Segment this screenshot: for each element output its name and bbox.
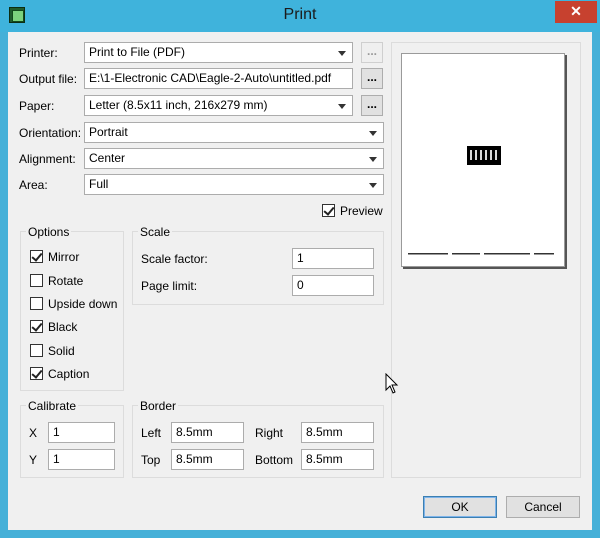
upside-down-label: Upside down xyxy=(48,297,118,311)
chevron-down-icon xyxy=(369,131,377,136)
caption-text-graphic xyxy=(408,253,554,255)
border-top-input[interactable]: 8.5mm xyxy=(171,449,244,470)
chevron-down-icon xyxy=(338,51,346,56)
border-right-label: Right xyxy=(255,426,284,440)
border-left-input[interactable]: 8.5mm xyxy=(171,422,244,443)
calibrate-title: Calibrate xyxy=(26,399,79,413)
caption-checkbox[interactable] xyxy=(30,367,43,380)
preview-label: Preview xyxy=(340,204,383,218)
alignment-select[interactable]: Center xyxy=(84,148,384,169)
upside-down-checkbox[interactable] xyxy=(30,297,43,310)
cancel-button[interactable]: Cancel xyxy=(506,496,580,518)
paper-select[interactable]: Letter (8.5x11 inch, 216x279 mm) xyxy=(84,95,353,116)
area-label: Area: xyxy=(19,178,48,192)
solid-checkbox[interactable] xyxy=(30,344,43,357)
black-checkbox[interactable] xyxy=(30,320,43,333)
chevron-down-icon xyxy=(369,157,377,162)
chevron-down-icon xyxy=(338,104,346,109)
alignment-label: Alignment: xyxy=(19,152,76,166)
output-file-input[interactable]: E:\1-Electronic CAD\Eagle-2-Auto\untitle… xyxy=(84,68,353,89)
orientation-select[interactable]: Portrait xyxy=(84,122,384,143)
options-title: Options xyxy=(26,225,72,239)
printer-select[interactable]: Print to File (PDF) xyxy=(84,42,353,63)
ok-button[interactable]: OK xyxy=(423,496,497,518)
output-file-label: Output file: xyxy=(19,72,78,86)
rotate-checkbox[interactable] xyxy=(30,274,43,287)
rotate-label: Rotate xyxy=(48,274,84,288)
black-label: Black xyxy=(48,320,78,334)
scale-factor-label: Scale factor: xyxy=(141,252,208,266)
border-bottom-label: Bottom xyxy=(255,453,294,467)
calibrate-y-label: Y xyxy=(29,453,38,467)
page-limit-input[interactable]: 0 xyxy=(292,275,374,296)
border-top-label: Top xyxy=(141,453,161,467)
preview-caption-line xyxy=(408,252,558,257)
preview-page xyxy=(401,53,565,267)
border-left-label: Left xyxy=(141,426,162,440)
area-select[interactable]: Full xyxy=(84,174,384,195)
alignment-value: Center xyxy=(89,151,126,165)
close-button[interactable]: ✕ xyxy=(555,1,597,23)
mouse-cursor-icon xyxy=(385,373,399,394)
solid-label: Solid xyxy=(48,344,75,358)
scale-factor-input[interactable]: 1 xyxy=(292,248,374,269)
output-file-browse-button[interactable]: ... xyxy=(361,68,383,89)
border-title: Border xyxy=(138,399,179,413)
mirror-label: Mirror xyxy=(48,250,80,264)
calibrate-y-input[interactable]: 1 xyxy=(48,449,115,470)
paper-browse-button[interactable]: ... xyxy=(361,95,383,116)
calibrate-x-label: X xyxy=(29,426,38,440)
calibrate-x-input[interactable]: 1 xyxy=(48,422,115,443)
board-thumbnail xyxy=(467,146,501,165)
paper-label: Paper: xyxy=(19,99,55,113)
orientation-label: Orientation: xyxy=(19,126,82,140)
orientation-value: Portrait xyxy=(89,125,128,139)
printer-browse-button[interactable]: ... xyxy=(361,42,383,63)
window-title: Print xyxy=(283,6,317,23)
dialog-body: Printer: Print to File (PDF) ... Output … xyxy=(8,32,592,530)
border-right-input[interactable]: 8.5mm xyxy=(301,422,374,443)
mirror-checkbox[interactable] xyxy=(30,250,43,263)
scale-title: Scale xyxy=(138,225,173,239)
printer-label: Printer: xyxy=(19,46,58,60)
chevron-down-icon xyxy=(369,183,377,188)
paper-value: Letter (8.5x11 inch, 216x279 mm) xyxy=(89,98,268,112)
page-limit-label: Page limit: xyxy=(141,279,198,293)
title-bar: Print ✕ xyxy=(0,0,600,32)
area-value: Full xyxy=(89,177,109,191)
printer-value: Print to File (PDF) xyxy=(89,45,186,59)
preview-checkbox[interactable] xyxy=(322,204,335,217)
caption-label: Caption xyxy=(48,367,90,381)
border-bottom-input[interactable]: 8.5mm xyxy=(301,449,374,470)
